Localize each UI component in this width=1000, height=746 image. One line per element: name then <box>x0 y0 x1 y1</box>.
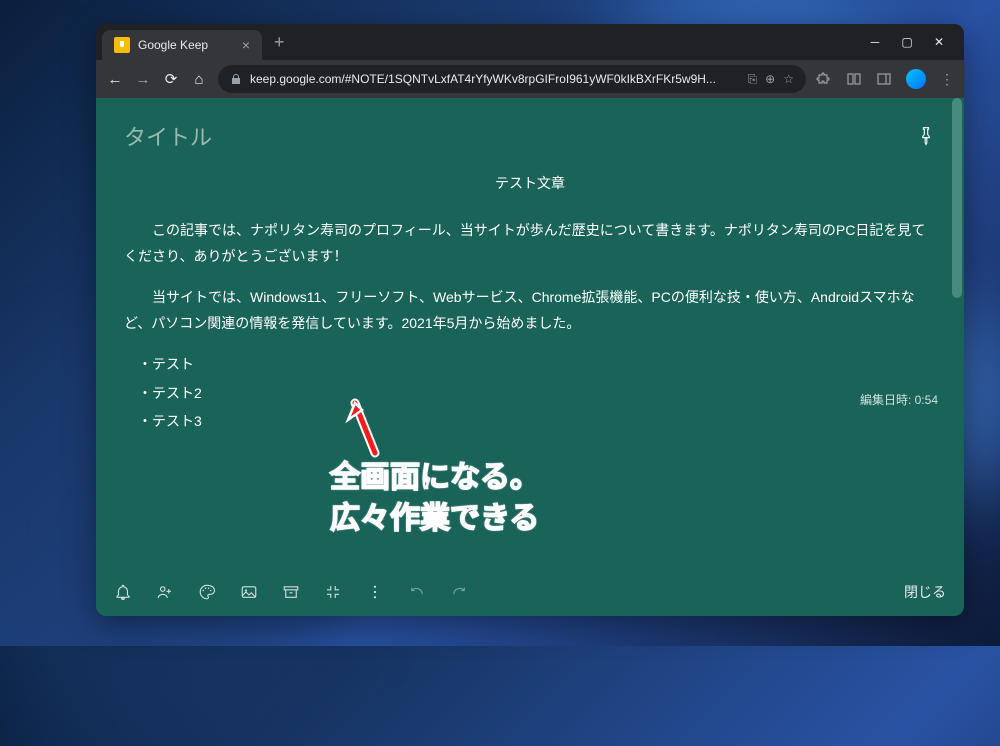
browser-toolbar: ← → ⟳ ⌂ keep.google.com/#NOTE/1SQNTvLxfA… <box>96 60 964 98</box>
browser-window: Google Keep × + ─ ▢ ✕ ← → ⟳ ⌂ keep.googl… <box>96 24 964 616</box>
note-paragraph: 当サイトでは、Windows11、フリーソフト、Webサービス、Chrome拡張… <box>124 284 936 337</box>
scrollbar[interactable] <box>950 98 964 614</box>
note-heading: テスト文章 <box>124 170 936 197</box>
redo-icon[interactable] <box>450 583 468 601</box>
reload-button[interactable]: ⟳ <box>162 70 180 88</box>
undo-icon[interactable] <box>408 583 426 601</box>
note-list: ・テスト ・テスト2 ・テスト3 <box>138 351 936 435</box>
scroll-thumb[interactable] <box>952 98 962 298</box>
back-button[interactable]: ← <box>106 71 124 88</box>
tab-close-icon[interactable]: × <box>242 37 250 53</box>
titlebar: Google Keep × + ─ ▢ ✕ <box>96 24 964 60</box>
edited-time: 編集日時: 0:54 <box>860 391 938 408</box>
new-tab-button[interactable]: + <box>274 32 285 53</box>
home-button[interactable]: ⌂ <box>190 71 208 88</box>
browser-tab[interactable]: Google Keep × <box>102 30 262 60</box>
archive-icon[interactable] <box>282 583 300 601</box>
close-note-button[interactable]: 閉じる <box>904 582 946 602</box>
note-toolbar: 閉じる <box>96 568 964 616</box>
collaborator-icon[interactable] <box>156 583 174 601</box>
palette-icon[interactable] <box>198 583 216 601</box>
install-icon[interactable]: ⎘ <box>748 72 758 87</box>
list-item: ・テスト <box>138 351 936 378</box>
profile-avatar[interactable] <box>906 69 926 89</box>
maximize-button[interactable]: ▢ <box>900 35 914 49</box>
extensions-icon[interactable] <box>816 71 832 87</box>
note-editor[interactable]: タイトル テスト文章 この記事では、ナポリタン寿司のプロフィール、当サイトが歩ん… <box>96 98 964 568</box>
image-icon[interactable] <box>240 583 258 601</box>
more-icon[interactable] <box>366 583 384 601</box>
menu-icon[interactable]: ⋮ <box>940 71 954 88</box>
note-body[interactable]: テスト文章 この記事では、ナポリタン寿司のプロフィール、当サイトが歩んだ歴史につ… <box>124 170 936 449</box>
note-paragraph: この記事では、ナポリタン寿司のプロフィール、当サイトが歩んだ歴史について書きます… <box>124 217 936 270</box>
star-icon[interactable]: ☆ <box>783 72 794 86</box>
list-item: ・テスト3 <box>138 408 936 435</box>
url-text: keep.google.com/#NOTE/1SQNTvLxfAT4rYfyWK… <box>250 72 740 86</box>
minimize-button[interactable]: ─ <box>868 35 882 49</box>
fullscreen-exit-icon[interactable] <box>324 583 342 601</box>
pin-icon[interactable] <box>916 126 936 146</box>
list-item: ・テスト2 <box>138 380 936 407</box>
side-panel-icon[interactable] <box>876 71 892 87</box>
close-button[interactable]: ✕ <box>932 35 946 49</box>
zoom-icon[interactable]: ⊕ <box>765 72 775 86</box>
tab-title: Google Keep <box>138 38 234 52</box>
url-bar[interactable]: keep.google.com/#NOTE/1SQNTvLxfAT4rYfyWK… <box>218 65 806 93</box>
lock-icon <box>230 73 242 85</box>
reminder-icon[interactable] <box>114 583 132 601</box>
forward-button[interactable]: → <box>134 71 152 88</box>
note-title-input[interactable]: タイトル <box>124 120 212 152</box>
window-controls: ─ ▢ ✕ <box>868 35 958 49</box>
reading-list-icon[interactable] <box>846 71 862 87</box>
keep-favicon-icon <box>114 37 130 53</box>
